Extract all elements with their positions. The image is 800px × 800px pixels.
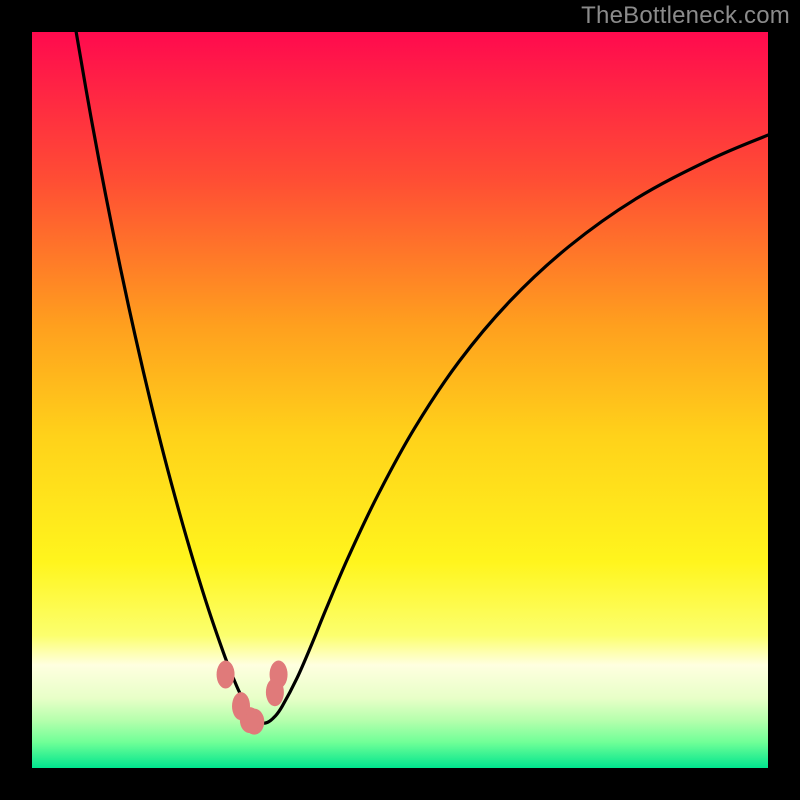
plot-area (32, 32, 768, 768)
curve-marker (270, 661, 288, 689)
watermark-text: TheBottleneck.com (581, 2, 790, 30)
chart-svg (32, 32, 768, 768)
curve-marker (217, 661, 235, 689)
chart-frame: TheBottleneck.com (0, 0, 800, 800)
gradient-background (32, 32, 768, 768)
curve-marker-base (241, 714, 260, 730)
